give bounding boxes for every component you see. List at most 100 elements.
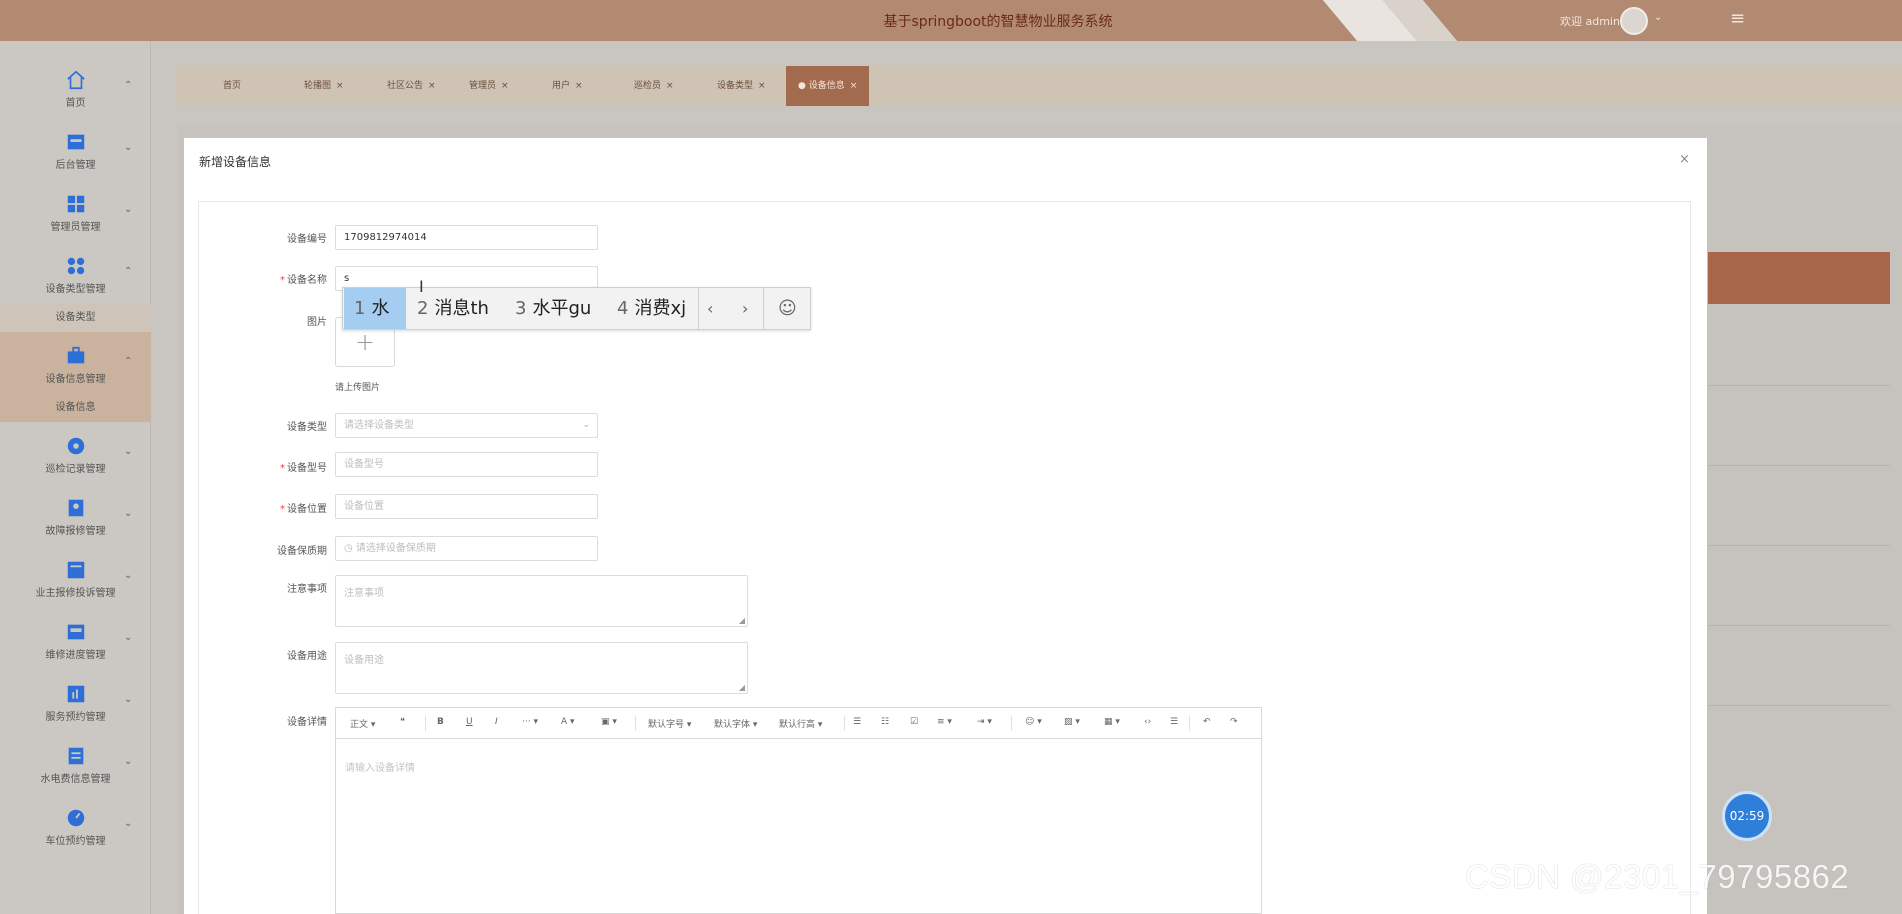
close-icon[interactable]: ×	[850, 81, 858, 91]
chevron-down-icon: ⌄	[124, 446, 133, 457]
line-height-dropdown[interactable]: 默认行高 ▾	[779, 717, 822, 730]
close-icon[interactable]: ×	[501, 81, 509, 91]
tab-label: 管理员	[469, 81, 497, 91]
tab-device-info[interactable]: ● 设备信息 ×	[786, 66, 870, 106]
undo-icon[interactable]: ↶	[1203, 717, 1211, 727]
warranty-datepicker[interactable]: ◷ 请选择设备保质期	[335, 536, 598, 561]
breadcrumb-tabs: 首页 轮播图 × 社区公告 × 管理员 × 用户 × 巡检员 × 设备类型 × ● 设备信息…	[175, 66, 1902, 106]
sidebar-item-service-booking[interactable]: 服务预约管理 ⌄	[0, 670, 151, 732]
bold-icon[interactable]: B	[437, 717, 444, 727]
chevron-left-icon[interactable]: ‹	[707, 288, 713, 329]
italic-icon[interactable]: I	[495, 717, 498, 727]
ime-candidate[interactable]: 2 消息th	[417, 288, 489, 329]
chevron-down-icon: ⌄	[124, 818, 133, 829]
ime-candidate-number: 2	[417, 298, 429, 319]
usage-textarea[interactable]: 设备用途 ◢	[335, 642, 748, 694]
ime-candidate-text: 消息th	[434, 298, 489, 319]
chevron-right-icon[interactable]: ›	[742, 288, 748, 329]
sidebar-subitem-device-type[interactable]: 设备类型	[0, 304, 151, 332]
device-name-label: * 设备名称	[280, 275, 327, 286]
font-color-icon[interactable]: A ▾	[561, 717, 575, 727]
image-icon[interactable]: ▨ ▾	[1064, 717, 1080, 727]
notes-label: 注意事项	[287, 584, 327, 595]
sidebar-item-label: 车位预约管理	[45, 836, 106, 847]
ime-candidate[interactable]: 4 消费xj	[617, 288, 686, 329]
ime-candidate[interactable]: 3 水平gu	[515, 288, 591, 329]
editor-toolbar: 正文 ▾ ❝ B U I ··· ▾ A ▾ ▣ ▾ 默认字号 ▾ 默认字体 ▾…	[336, 708, 1261, 739]
sidebar-item-label: 巡检记录管理	[45, 464, 106, 475]
sidebar-subitem-device-info[interactable]: 设备信息	[0, 394, 151, 422]
sidebar-item-repair-progress[interactable]: 维修进度管理 ⌄	[0, 608, 151, 670]
sidebar-item-fault-report[interactable]: 故障报修管理 ⌄	[0, 484, 151, 546]
ime-candidate-number: 3	[515, 298, 527, 319]
device-location-label-text: 设备位置	[287, 504, 327, 515]
device-model-input[interactable]: 设备型号	[335, 452, 598, 477]
device-location-input[interactable]: 设备位置	[335, 494, 598, 519]
numbered-list-icon[interactable]: ☷	[881, 717, 889, 727]
underline-icon[interactable]: U	[466, 717, 473, 727]
database-icon	[68, 747, 83, 765]
background-color-icon[interactable]: ▣ ▾	[601, 717, 617, 727]
sidebar-item-parking[interactable]: 车位预约管理 ⌄	[0, 794, 151, 856]
user-avatar[interactable]	[1620, 7, 1648, 35]
hamburger-menu-icon[interactable]: ≡	[1730, 8, 1745, 29]
inbox-icon	[67, 134, 84, 150]
image-label: 图片	[307, 317, 327, 328]
tab-carousel[interactable]: 轮播图 ×	[304, 66, 344, 106]
tab-inspector[interactable]: 巡检员 ×	[634, 66, 674, 106]
toolbar-divider	[1189, 716, 1190, 731]
sidebar-item-label: 设备类型管理	[45, 284, 106, 295]
tab-home[interactable]: 首页	[223, 66, 241, 106]
ime-divider	[698, 288, 699, 329]
tab-user[interactable]: 用户 ×	[552, 66, 583, 106]
tab-admin[interactable]: 管理员 ×	[469, 66, 509, 106]
tab-announcement[interactable]: 社区公告 ×	[387, 66, 436, 106]
emoji-icon[interactable]: ☺	[778, 288, 797, 329]
resize-grip-icon[interactable]: ◢	[739, 616, 745, 625]
quote-icon[interactable]: ❝	[400, 717, 405, 727]
divider-line-icon[interactable]: ☰	[1170, 717, 1178, 727]
device-type-select[interactable]: 请选择设备类型 ⌄	[335, 413, 598, 438]
chevron-down-icon: ⌄	[124, 570, 133, 581]
font-family-dropdown[interactable]: 默认字体 ▾	[714, 717, 757, 730]
toolbar-divider	[1011, 716, 1012, 731]
close-icon[interactable]: ×	[336, 81, 344, 91]
indent-icon[interactable]: ⇥ ▾	[977, 717, 992, 727]
align-icon[interactable]: ≡ ▾	[937, 717, 952, 727]
sidebar-item-device-type[interactable]: 设备类型管理 ⌃	[0, 242, 151, 304]
close-icon[interactable]: ×	[575, 81, 583, 91]
recording-timer[interactable]: 02:59	[1722, 791, 1772, 841]
sidebar-item-owner-complaint[interactable]: 业主报修投诉管理 ⌄	[0, 546, 151, 608]
close-icon[interactable]: ×	[1679, 152, 1690, 167]
rich-text-editor[interactable]: 正文 ▾ ❝ B U I ··· ▾ A ▾ ▣ ▾ 默认字号 ▾ 默认字体 ▾…	[335, 707, 1262, 914]
sidebar-item-home[interactable]: 首页 ⌃	[0, 56, 151, 118]
table-icon[interactable]: ▦ ▾	[1104, 717, 1120, 727]
close-icon[interactable]: ×	[758, 81, 766, 91]
bullet-list-icon[interactable]: ☰	[853, 717, 861, 727]
notes-textarea[interactable]: 注意事项 ◢	[335, 575, 748, 627]
sidebar-item-backend[interactable]: 后台管理 ⌄	[0, 118, 151, 180]
paragraph-format-dropdown[interactable]: 正文 ▾	[350, 717, 375, 730]
chevron-down-icon[interactable]: ⌄	[1654, 12, 1662, 23]
tab-device-type[interactable]: 设备类型 ×	[717, 66, 766, 106]
font-size-dropdown[interactable]: 默认字号 ▾	[648, 717, 691, 730]
sidebar-item-utility-fee[interactable]: 水电费信息管理 ⌄	[0, 732, 151, 794]
todo-list-icon[interactable]: ☑	[910, 717, 918, 727]
tab-label: 轮播图	[304, 81, 332, 91]
close-icon[interactable]: ×	[666, 81, 674, 91]
table-row-divider	[1708, 705, 1890, 706]
close-icon[interactable]: ×	[428, 81, 436, 91]
code-icon[interactable]: ‹›	[1144, 717, 1151, 727]
device-no-field[interactable]: 1709812974014	[335, 225, 598, 250]
resize-grip-icon[interactable]: ◢	[739, 683, 745, 692]
sidebar-item-device-info[interactable]: 设备信息管理 ⌃	[0, 332, 151, 394]
tab-label: 巡检员	[634, 81, 662, 91]
ime-candidate[interactable]: 1水	[344, 288, 406, 329]
ime-candidate-number: 4	[617, 298, 629, 319]
sidebar-item-inspection[interactable]: 巡检记录管理 ⌄	[0, 422, 151, 484]
emoji-icon[interactable]: ☺ ▾	[1025, 717, 1042, 727]
id-badge-icon	[68, 499, 83, 517]
more-styles-icon[interactable]: ··· ▾	[522, 717, 538, 727]
redo-icon[interactable]: ↷	[1230, 717, 1238, 727]
sidebar-item-admin[interactable]: 管理员管理 ⌄	[0, 180, 151, 242]
